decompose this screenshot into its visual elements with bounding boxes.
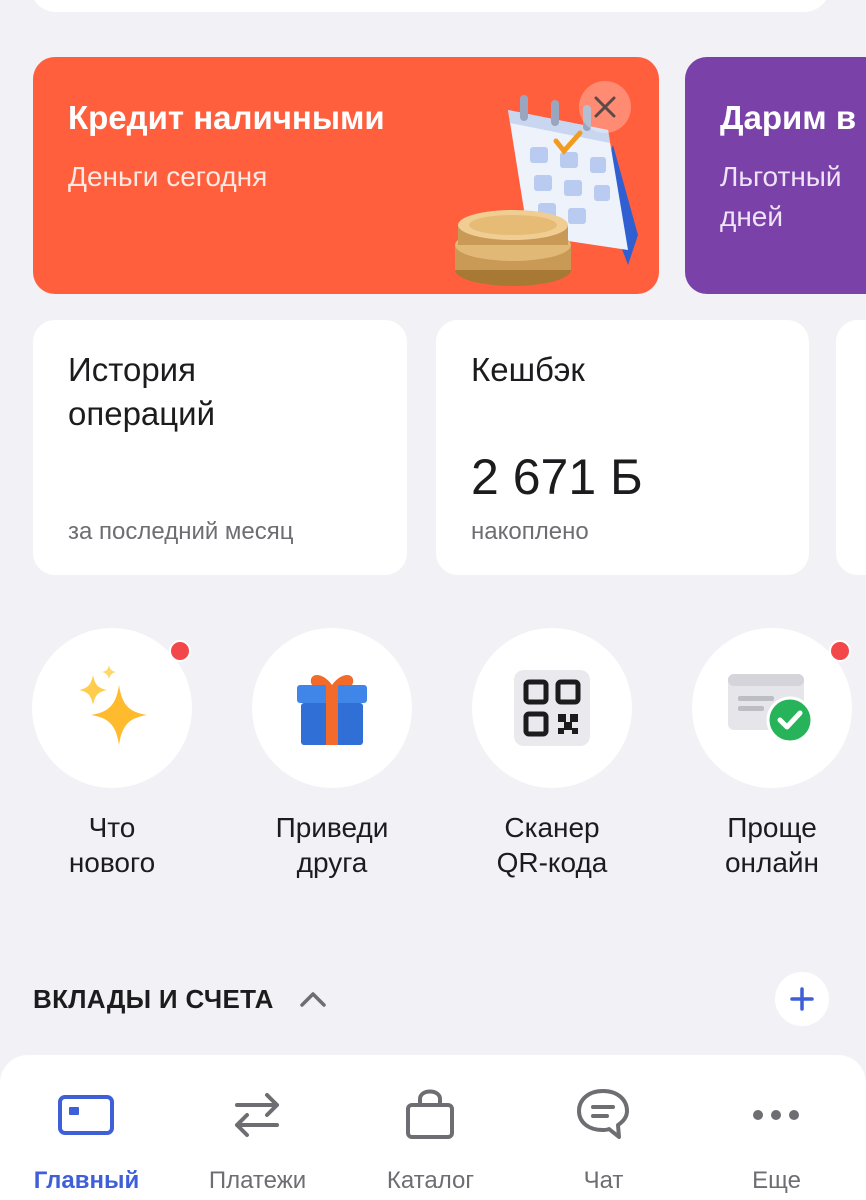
tab-label: Каталог [386,1167,475,1194]
info-tiles: История операций за последний месяц Кешб… [0,320,866,575]
history-tile[interactable]: История операций за последний месяц [33,320,407,575]
document-check-icon [728,674,814,744]
promo-title: Дарим в [720,99,857,136]
promo-subtitle: Льготный дней [720,157,842,237]
deposits-section-header[interactable]: ВКЛАДЫ И СЧЕТА [33,972,833,1028]
more-dots-icon [753,1110,799,1120]
story-label-line: Что [88,812,136,843]
story-label-line: Приведи [275,812,389,843]
story-label-line: QR-кода [496,847,608,878]
chat-bubble-icon [577,1089,629,1139]
cashback-value: 2 671 Б [471,449,643,505]
close-promo-button[interactable] [579,81,631,133]
story-label-line: Проще [727,812,817,843]
card-icon [58,1095,114,1135]
promo-card-cash-loan[interactable]: Кредит наличными Деньги сегодня [33,57,659,294]
story-label-line: Сканер [504,812,600,843]
story-simpler-online[interactable]: Проще онлайн [672,628,866,888]
promo-title: Кредит наличными [68,99,385,136]
next-tile-peek[interactable] [836,320,866,575]
close-icon [594,96,616,118]
tab-main[interactable]: Главный [0,1055,173,1200]
promo-subtitle-line: дней [720,201,784,232]
story-invite-friend[interactable]: Приведи друга [232,628,432,888]
promo-subtitle: Деньги сегодня [68,161,268,192]
tab-label: Еще [752,1167,801,1194]
plus-icon [790,987,814,1011]
story-label-line: друга [296,847,368,878]
promo-subtitle-line: Льготный [720,161,842,192]
story-label-line: нового [68,847,156,878]
story-circle[interactable] [32,628,192,788]
tile-title-line: операций [68,395,216,432]
previous-card-remnant [30,0,830,12]
promo-card-gift[interactable]: Дарим в Льготный дней [685,57,866,294]
promo-carousel[interactable]: Кредит наличными Деньги сегодня Дарим в … [0,57,866,294]
story-circle[interactable] [252,628,412,788]
story-label: Проще онлайн [672,810,866,880]
shopping-bag-icon [406,1089,454,1139]
tab-label: Главный [33,1167,140,1194]
add-account-button[interactable] [775,972,829,1026]
sparkles-icon [79,665,147,745]
tab-payments[interactable]: Платежи [171,1055,344,1200]
tile-title: История операций [68,348,215,436]
tile-title-line: История [68,351,196,388]
story-label: Что нового [12,810,212,880]
unread-dot [169,640,191,662]
tab-chat[interactable]: Чат [517,1055,690,1200]
story-qr-scanner[interactable]: Сканер QR-кода [452,628,652,888]
story-label: Сканер QR-кода [452,810,652,880]
story-circle[interactable] [692,628,852,788]
tab-catalog[interactable]: Каталог [344,1055,517,1200]
stories-row: Что нового Приведи друга Сканер QR-кода … [0,628,866,888]
chevron-up-icon[interactable] [298,986,328,1012]
section-title: ВКЛАДЫ И СЧЕТА [33,984,274,1014]
tab-more[interactable]: Еще [690,1055,863,1200]
story-whats-new[interactable]: Что нового [12,628,212,888]
story-label: Приведи друга [232,810,432,880]
unread-dot [829,640,851,662]
story-circle[interactable] [472,628,632,788]
tile-caption: накоплено [471,518,589,545]
bottom-tab-bar: Главный Платежи Каталог Чат Еще [0,1055,866,1200]
qr-code-icon [514,670,590,746]
gift-icon [297,675,367,745]
tab-label: Платежи [208,1167,307,1194]
story-label-line: онлайн [724,847,820,878]
tab-label: Чат [583,1167,624,1194]
cashback-tile[interactable]: Кешбэк 2 671 Б накоплено [436,320,809,575]
transfer-arrows-icon [235,1093,279,1137]
tile-title: Кешбэк [471,351,585,388]
tile-caption: за последний месяц [68,518,294,545]
